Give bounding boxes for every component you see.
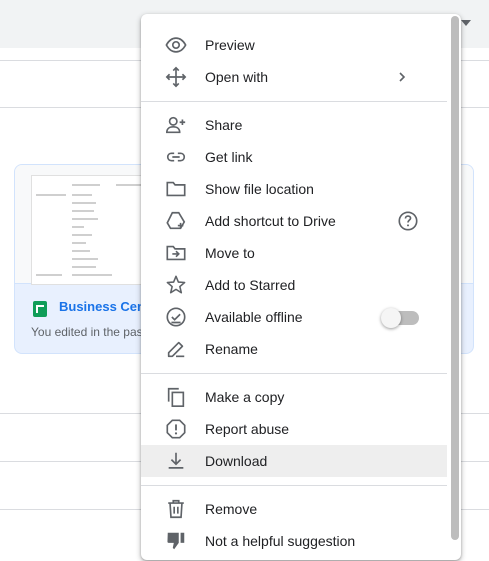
pencil-icon [165, 338, 187, 360]
menu-item-label: Rename [205, 341, 258, 357]
menu-item-label: Get link [205, 149, 253, 165]
chevron-right-icon [396, 70, 408, 84]
menu-item-add-shortcut[interactable]: Add shortcut to Drive [141, 205, 447, 237]
menu-item-make-a-copy[interactable]: Make a copy [141, 381, 447, 413]
menu-divider [141, 101, 447, 102]
menu-item-preview[interactable]: Preview [141, 29, 447, 61]
menu-item-move-to[interactable]: Move to [141, 237, 447, 269]
report-icon [165, 418, 187, 440]
open-with-icon [165, 66, 187, 88]
dropdown-caret-icon[interactable] [461, 20, 471, 26]
menu-item-label: Make a copy [205, 389, 285, 405]
menu-item-label: Available offline [205, 309, 303, 325]
menu-item-label: Show file location [205, 181, 314, 197]
menu-item-share[interactable]: Share [141, 109, 447, 141]
menu-item-download[interactable]: Download [141, 445, 447, 477]
menu-item-label: Report abuse [205, 421, 290, 437]
menu-item-rename[interactable]: Rename [141, 333, 447, 365]
menu-scrollbar[interactable] [451, 16, 459, 540]
menu-item-show-file-location[interactable]: Show file location [141, 173, 447, 205]
menu-item-label: Download [205, 453, 268, 469]
download-icon [165, 450, 187, 472]
menu-item-not-helpful[interactable]: Not a helpful suggestion [141, 525, 447, 557]
eye-icon [165, 34, 187, 56]
menu-item-report-abuse[interactable]: Report abuse [141, 413, 447, 445]
link-icon [165, 146, 187, 168]
drive-shortcut-icon [165, 210, 187, 232]
menu-divider [141, 373, 447, 374]
folder-icon [165, 178, 187, 200]
toggle-thumb [381, 308, 401, 328]
context-menu: Preview Open with Share Get link Show fi… [141, 14, 461, 560]
copy-icon [165, 386, 187, 408]
menu-item-label: Share [205, 117, 243, 133]
offline-check-icon [165, 306, 187, 328]
menu-item-label: Remove [205, 501, 258, 517]
menu-item-open-with[interactable]: Open with [141, 61, 447, 93]
menu-item-label: Add to Starred [205, 277, 296, 293]
menu-item-label: Open with [205, 69, 269, 85]
menu-item-label: Preview [205, 37, 255, 53]
google-sheets-icon [33, 301, 47, 317]
offline-toggle[interactable] [381, 308, 419, 328]
menu-item-add-to-starred[interactable]: Add to Starred [141, 269, 447, 301]
menu-item-available-offline[interactable]: Available offline [141, 301, 447, 333]
menu-item-get-link[interactable]: Get link [141, 141, 447, 173]
menu-item-label: Move to [205, 245, 255, 261]
person-add-icon [165, 114, 187, 136]
move-to-folder-icon [165, 242, 187, 264]
help-icon[interactable] [397, 210, 419, 232]
file-subtitle: You edited in the pas [31, 325, 143, 339]
star-icon [165, 274, 187, 296]
thumbs-down-icon [165, 530, 187, 552]
trash-icon [165, 498, 187, 520]
menu-item-label: Add shortcut to Drive [205, 213, 336, 229]
menu-item-remove[interactable]: Remove [141, 493, 447, 525]
menu-divider [141, 485, 447, 486]
menu-item-label: Not a helpful suggestion [205, 533, 356, 549]
